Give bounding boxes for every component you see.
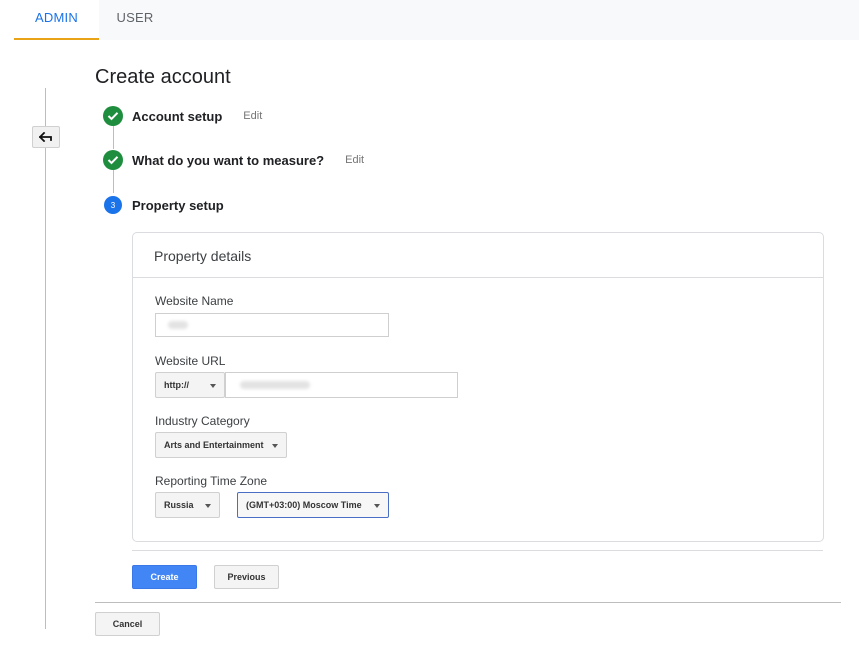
cancel-button[interactable]: Cancel [95,612,160,636]
divider [132,550,823,551]
page-title: Create account [95,66,231,88]
back-button[interactable] [32,126,60,148]
step-account-setup: Account setup Edit [103,105,262,127]
caret-down-icon [374,504,380,508]
website-url-label: Website URL [155,354,226,368]
tab-admin[interactable]: ADMIN [14,0,99,40]
panel-title: Property details [154,248,252,264]
arrow-back-icon [39,132,52,142]
protocol-value: http:// [164,380,189,390]
industry-category-label: Industry Category [155,414,250,428]
previous-button[interactable]: Previous [214,565,279,589]
panel-header: Property details [133,233,823,278]
check-circle-icon [103,150,123,170]
time-zone-value: (GMT+03:00) Moscow Time [246,500,362,510]
industry-category-dropdown[interactable]: Arts and Entertainment [155,432,287,458]
step-connector [113,126,114,149]
country-value: Russia [164,500,194,510]
step-connector [113,170,114,193]
step-label: Account setup [132,108,223,124]
check-circle-icon [103,106,123,126]
property-details-panel: Property details Website Name Website UR… [132,232,824,542]
caret-down-icon [205,504,211,508]
website-name-input[interactable] [155,313,389,337]
industry-value: Arts and Entertainment [164,440,264,450]
step-label: Property setup [132,197,224,213]
country-dropdown[interactable]: Russia [155,492,220,518]
website-name-label: Website Name [155,294,234,308]
edit-link[interactable]: Edit [345,154,364,166]
redacted-value [168,321,188,329]
top-tab-bar: ADMIN USER [0,0,859,40]
step-property-setup: 3 Property setup [103,194,224,216]
protocol-dropdown[interactable]: http:// [155,372,225,398]
caret-down-icon [210,384,216,388]
caret-down-icon [272,444,278,448]
divider [95,602,841,603]
website-url-input[interactable] [225,372,458,398]
edit-link[interactable]: Edit [243,110,262,122]
tab-user[interactable]: USER [99,0,171,38]
redacted-value [240,381,310,389]
left-rail-line [45,88,46,629]
top-bar-background [99,0,859,40]
step-what-to-measure: What do you want to measure? Edit [103,149,364,171]
create-button[interactable]: Create [132,565,197,589]
step-label: What do you want to measure? [132,152,325,168]
time-zone-dropdown[interactable]: (GMT+03:00) Moscow Time [237,492,389,518]
reporting-time-zone-label: Reporting Time Zone [155,474,268,488]
step-number-badge: 3 [104,196,122,214]
